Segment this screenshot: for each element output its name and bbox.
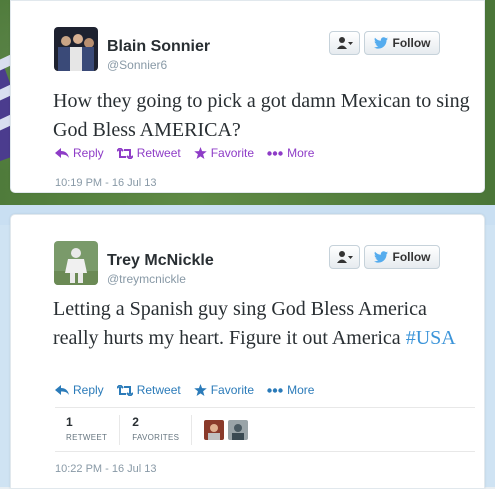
reply-label: Reply bbox=[73, 146, 104, 160]
retweet-count[interactable]: 1 RETWEET bbox=[55, 414, 121, 445]
avatar[interactable] bbox=[54, 27, 98, 71]
favoriter-avatar[interactable] bbox=[204, 419, 225, 440]
display-name[interactable]: Blain Sonnier bbox=[107, 38, 210, 56]
tweet-card: Blain Sonnier @Sonnier6 Follow How they … bbox=[10, 0, 485, 193]
retweet-count-label: RETWEET bbox=[66, 432, 108, 442]
favorite-label: Favorite bbox=[210, 383, 255, 397]
reply-icon bbox=[55, 385, 69, 395]
retweet-label: Retweet bbox=[136, 383, 181, 397]
reply-action[interactable]: Reply bbox=[55, 146, 104, 160]
user-icon bbox=[336, 251, 353, 263]
twitter-bird-icon bbox=[373, 37, 388, 49]
follow-button[interactable]: Follow bbox=[364, 31, 440, 55]
tweet-text: How they going to pick a got damn Mexica… bbox=[53, 90, 470, 141]
favorites-count-label: FAVORITES bbox=[132, 432, 180, 442]
favoriters-avatars bbox=[192, 419, 249, 440]
star-icon bbox=[193, 147, 207, 159]
tweet-timestamp[interactable]: 10:22 PM - 16 Jul 13 bbox=[55, 463, 157, 475]
avatar[interactable] bbox=[54, 241, 98, 285]
favorite-action[interactable]: Favorite bbox=[193, 383, 255, 397]
user-actions-dropdown[interactable] bbox=[329, 245, 360, 269]
reply-action[interactable]: Reply bbox=[55, 383, 104, 397]
retweet-count-number: 1 bbox=[66, 414, 73, 429]
tweet-timestamp[interactable]: 10:19 PM - 16 Jul 13 bbox=[55, 177, 157, 189]
tweet-stats: 1 RETWEET 2 FAVORITES bbox=[55, 407, 475, 452]
more-dots-icon bbox=[267, 387, 283, 393]
favorite-label: Favorite bbox=[210, 146, 255, 160]
favorites-count[interactable]: 2 FAVORITES bbox=[120, 414, 193, 445]
reply-label: Reply bbox=[73, 383, 104, 397]
retweet-label: Retweet bbox=[136, 146, 181, 160]
follow-button[interactable]: Follow bbox=[364, 245, 440, 269]
favorites-count-number: 2 bbox=[132, 414, 139, 429]
reply-icon bbox=[55, 148, 69, 158]
tweet-actions: Reply Retweet Favorite More bbox=[55, 146, 314, 160]
retweet-icon bbox=[116, 147, 133, 159]
more-action[interactable]: More bbox=[267, 146, 314, 160]
follow-label: Follow bbox=[392, 36, 431, 50]
retweet-action[interactable]: Retweet bbox=[116, 383, 181, 397]
retweet-action[interactable]: Retweet bbox=[116, 146, 181, 160]
retweet-icon bbox=[116, 384, 133, 396]
user-handle[interactable]: @Sonnier6 bbox=[107, 58, 167, 72]
more-dots-icon bbox=[267, 150, 283, 156]
tweet-text: Letting a Spanish guy sing God Bless Ame… bbox=[53, 295, 473, 353]
user-actions-dropdown[interactable] bbox=[329, 31, 360, 55]
display-name[interactable]: Trey McNickle bbox=[107, 252, 214, 270]
more-label: More bbox=[287, 146, 315, 160]
favorite-action[interactable]: Favorite bbox=[193, 146, 255, 160]
follow-label: Follow bbox=[392, 250, 431, 264]
tweet-actions: Reply Retweet Favorite More bbox=[55, 383, 314, 397]
favoriter-avatar[interactable] bbox=[228, 419, 249, 440]
more-action[interactable]: More bbox=[267, 383, 314, 397]
hashtag-link[interactable]: #USA bbox=[406, 327, 456, 349]
star-icon bbox=[193, 384, 207, 396]
user-icon bbox=[336, 37, 353, 49]
tweet-text-body: Letting a Spanish guy sing God Bless Ame… bbox=[53, 298, 427, 349]
twitter-bird-icon bbox=[373, 251, 388, 263]
user-handle[interactable]: @treymcnickle bbox=[107, 272, 186, 286]
more-label: More bbox=[287, 383, 315, 397]
tweet-card: Trey McNickle @treymcnickle Follow Letti… bbox=[10, 214, 485, 489]
